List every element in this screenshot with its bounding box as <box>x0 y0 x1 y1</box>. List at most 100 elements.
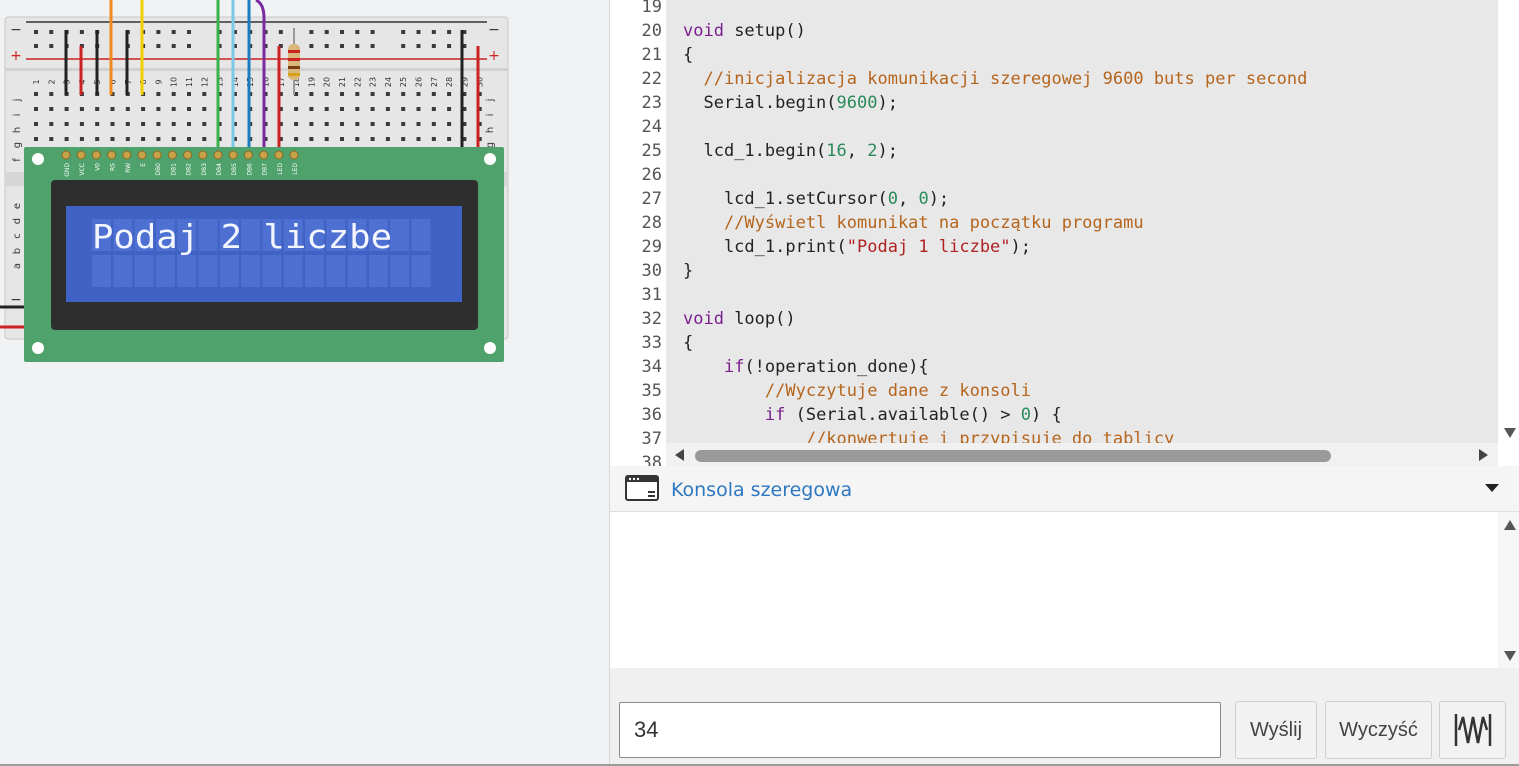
hole <box>202 92 207 96</box>
hole <box>355 137 360 141</box>
code-line[interactable]: lcd_1.begin(16, 2); <box>683 139 898 163</box>
send-button[interactable]: Wyślij <box>1235 701 1317 759</box>
graph-button[interactable] <box>1439 701 1506 759</box>
scroll-left-icon[interactable] <box>675 449 684 461</box>
hole <box>431 92 436 96</box>
row-letter: h <box>485 127 496 133</box>
hole <box>34 44 38 48</box>
code-line[interactable]: void loop() <box>683 307 796 331</box>
editor-vertical-scrollbar[interactable] <box>1498 0 1519 466</box>
code-line[interactable]: { <box>683 43 693 67</box>
code-line[interactable]: if(!operation_done){ <box>683 355 929 379</box>
hole <box>324 122 329 126</box>
lcd-cell <box>411 219 431 251</box>
lcd-cell <box>283 255 303 287</box>
lcd-pin-label: DB3 <box>201 163 208 176</box>
code-line[interactable]: //inicjalizacja komunikacji szeregowej 9… <box>683 67 1307 91</box>
hole <box>401 122 406 126</box>
code-line[interactable]: void setup() <box>683 19 806 43</box>
mounting-hole <box>32 342 44 354</box>
lcd-cell <box>155 255 175 287</box>
code-line[interactable]: if (Serial.available() > 0) { <box>683 403 1062 427</box>
code-line[interactable]: //Wyczytuje dane z konsoli <box>683 379 1031 403</box>
lcd-cell <box>368 255 388 287</box>
column-number: 21 <box>338 77 347 87</box>
lcd-pin-label: LED <box>277 163 284 175</box>
scroll-right-icon[interactable] <box>1479 449 1488 461</box>
hole <box>294 122 299 126</box>
lcd-cell <box>347 255 367 287</box>
hole <box>309 107 314 111</box>
hole <box>370 92 375 96</box>
hole <box>156 30 161 34</box>
horizontal-scrollbar[interactable] <box>666 443 1498 466</box>
row-letter: i <box>485 114 496 117</box>
hole <box>447 137 452 141</box>
code-editor[interactable]: 19 20 21 22 23 24 25 26 27 28 29 30 31 32 33 34 35 36 37 38… <box>610 0 1498 466</box>
console-vertical-scrollbar[interactable] <box>1498 512 1519 668</box>
line-number: 21 <box>641 45 662 65</box>
lcd-pin <box>183 150 193 160</box>
lcd-cell <box>177 255 197 287</box>
hole <box>431 30 436 34</box>
console-header[interactable]: Konsola szeregowa <box>610 466 1519 512</box>
row-letter: j <box>12 99 23 103</box>
chevron-down-icon[interactable] <box>1485 484 1499 492</box>
lcd-cell <box>241 255 261 287</box>
row-letter: f <box>12 158 23 162</box>
code-line[interactable]: Serial.begin(9600); <box>683 91 898 115</box>
mounting-hole <box>484 153 496 165</box>
scroll-down-icon[interactable] <box>1504 651 1516 661</box>
lcd-cell <box>113 255 133 287</box>
code-line[interactable]: lcd_1.setCursor(0, 0); <box>683 187 949 211</box>
hole <box>34 137 38 141</box>
column-number: 19 <box>307 77 316 87</box>
hole <box>324 44 329 48</box>
lcd-pin-label: DB1 <box>170 163 177 176</box>
code-line[interactable]: lcd_1.print("Podaj 1 liczbe"); <box>683 235 1031 259</box>
horizontal-scroll-thumb[interactable] <box>695 450 1331 462</box>
hole <box>187 92 191 96</box>
scroll-down-icon[interactable] <box>1504 428 1516 438</box>
hole <box>340 92 344 96</box>
hole <box>202 137 207 141</box>
mounting-hole <box>484 342 496 354</box>
hole <box>156 92 161 96</box>
hole <box>370 122 375 126</box>
resistor-band <box>288 58 300 61</box>
column-number: 26 <box>415 77 424 87</box>
lcd-pin <box>76 150 86 160</box>
line-number: 20 <box>641 21 662 41</box>
resistor-band <box>288 50 300 53</box>
lcd-pin-label: DB7 <box>262 163 269 176</box>
line-number: 32 <box>641 309 662 329</box>
lcd-pin-label: DB0 <box>155 163 162 176</box>
line-number: 29 <box>641 237 662 257</box>
hole <box>202 107 207 111</box>
code-line[interactable]: { <box>683 331 693 355</box>
hole <box>447 30 452 34</box>
lcd-pin-label: DB6 <box>246 163 253 176</box>
hole <box>187 107 191 111</box>
lcd-pin <box>152 150 162 160</box>
hole <box>324 137 329 141</box>
circuit-drawing[interactable]: −−++−12345678910111213141516171819202122… <box>0 0 609 766</box>
hole <box>156 137 161 141</box>
scroll-up-icon[interactable] <box>1504 520 1516 530</box>
hole <box>355 44 360 48</box>
hole <box>385 107 390 111</box>
console-title: Konsola szeregowa <box>671 479 853 501</box>
hole <box>125 122 130 126</box>
serial-input[interactable] <box>619 702 1221 758</box>
line-number: 37 <box>641 429 662 449</box>
code-line[interactable]: //Wyświetl komunikat na początku program… <box>683 211 1144 235</box>
circuit-canvas[interactable]: −−++−12345678910111213141516171819202122… <box>0 0 609 766</box>
line-number: 19 <box>641 0 662 17</box>
hole <box>171 92 176 96</box>
code-line[interactable]: } <box>683 259 693 283</box>
hole <box>447 122 452 126</box>
clear-button[interactable]: Wyczyść <box>1325 701 1432 759</box>
hole <box>401 92 406 96</box>
row-letter: c <box>12 233 23 239</box>
rail-minus-label: − <box>10 22 22 38</box>
